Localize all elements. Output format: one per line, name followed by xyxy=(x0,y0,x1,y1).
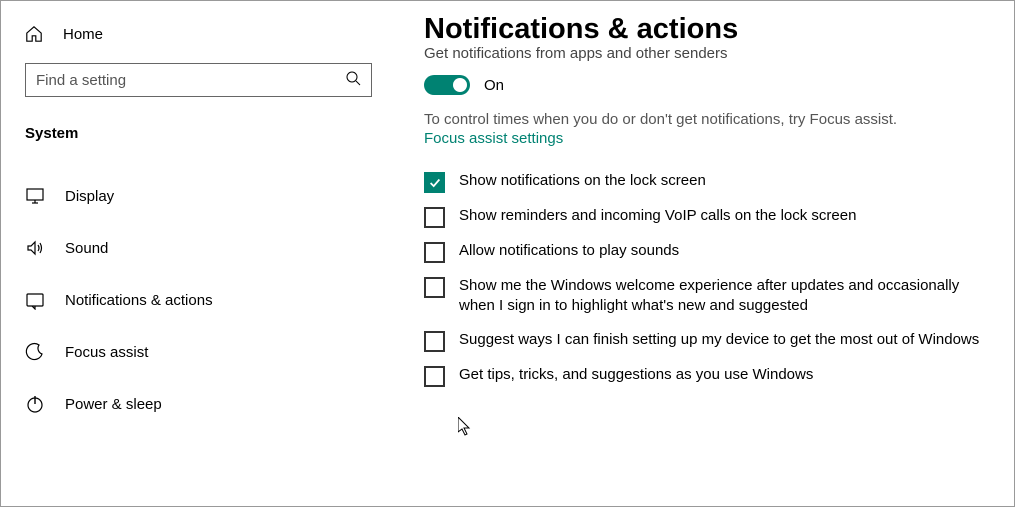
sidebar: Home System Display Sound Notifications … xyxy=(1,1,396,506)
checkbox-label: Show me the Windows welcome experience a… xyxy=(459,276,986,317)
sidebar-item-label: Notifications & actions xyxy=(65,292,213,309)
nav-list: Display Sound Notifications & actions Fo… xyxy=(25,170,372,430)
sidebar-item-label: Display xyxy=(65,188,114,205)
home-icon xyxy=(25,25,43,43)
home-button[interactable]: Home xyxy=(25,19,372,63)
power-icon xyxy=(25,394,45,414)
focus-assist-link[interactable]: Focus assist settings xyxy=(424,130,563,147)
checkbox-icon xyxy=(424,172,445,193)
checkbox-icon xyxy=(424,277,445,298)
page-subtitle: Get notifications from apps and other se… xyxy=(424,45,986,62)
checkbox-tips-tricks[interactable]: Get tips, tricks, and suggestions as you… xyxy=(424,365,986,387)
sidebar-item-notifications[interactable]: Notifications & actions xyxy=(1,274,372,326)
checkbox-reminders-voip[interactable]: Show reminders and incoming VoIP calls o… xyxy=(424,206,986,228)
sidebar-item-label: Power & sleep xyxy=(65,396,162,413)
checkbox-play-sounds[interactable]: Allow notifications to play sounds xyxy=(424,241,986,263)
checkbox-icon xyxy=(424,207,445,228)
checkbox-label: Suggest ways I can finish setting up my … xyxy=(459,330,979,350)
checkbox-label: Show notifications on the lock screen xyxy=(459,171,706,191)
checkbox-list: Show notifications on the lock screen Sh… xyxy=(424,171,986,387)
category-label: System xyxy=(25,125,372,142)
sidebar-item-display[interactable]: Display xyxy=(1,170,372,222)
toggle-state-label: On xyxy=(484,77,504,94)
focus-assist-icon xyxy=(25,342,45,362)
checkbox-finish-setup[interactable]: Suggest ways I can finish setting up my … xyxy=(424,330,986,352)
sidebar-item-power[interactable]: Power & sleep xyxy=(1,378,372,430)
notifications-toggle-row: On xyxy=(424,75,986,95)
sidebar-item-sound[interactable]: Sound xyxy=(1,222,372,274)
checkbox-icon xyxy=(424,242,445,263)
checkbox-label: Allow notifications to play sounds xyxy=(459,241,679,261)
display-icon xyxy=(25,186,45,206)
checkbox-icon xyxy=(424,366,445,387)
focus-assist-hint: To control times when you do or don't ge… xyxy=(424,111,986,128)
checkbox-lock-screen-notifications[interactable]: Show notifications on the lock screen xyxy=(424,171,986,193)
sound-icon xyxy=(25,238,45,258)
sidebar-item-label: Focus assist xyxy=(65,344,148,361)
page-title: Notifications & actions xyxy=(424,13,986,46)
checkbox-label: Show reminders and incoming VoIP calls o… xyxy=(459,206,856,226)
notifications-toggle[interactable] xyxy=(424,75,470,95)
content-area: Notifications & actions Get notification… xyxy=(396,1,1014,506)
search-input[interactable] xyxy=(36,72,345,89)
checkbox-welcome-experience[interactable]: Show me the Windows welcome experience a… xyxy=(424,276,986,317)
sidebar-item-focus-assist[interactable]: Focus assist xyxy=(1,326,372,378)
home-label: Home xyxy=(63,26,103,43)
checkbox-icon xyxy=(424,331,445,352)
notifications-icon xyxy=(25,290,45,310)
search-box[interactable] xyxy=(25,63,372,97)
toggle-knob xyxy=(453,78,467,92)
search-icon xyxy=(345,70,361,90)
sidebar-item-label: Sound xyxy=(65,240,108,257)
checkbox-label: Get tips, tricks, and suggestions as you… xyxy=(459,365,813,385)
